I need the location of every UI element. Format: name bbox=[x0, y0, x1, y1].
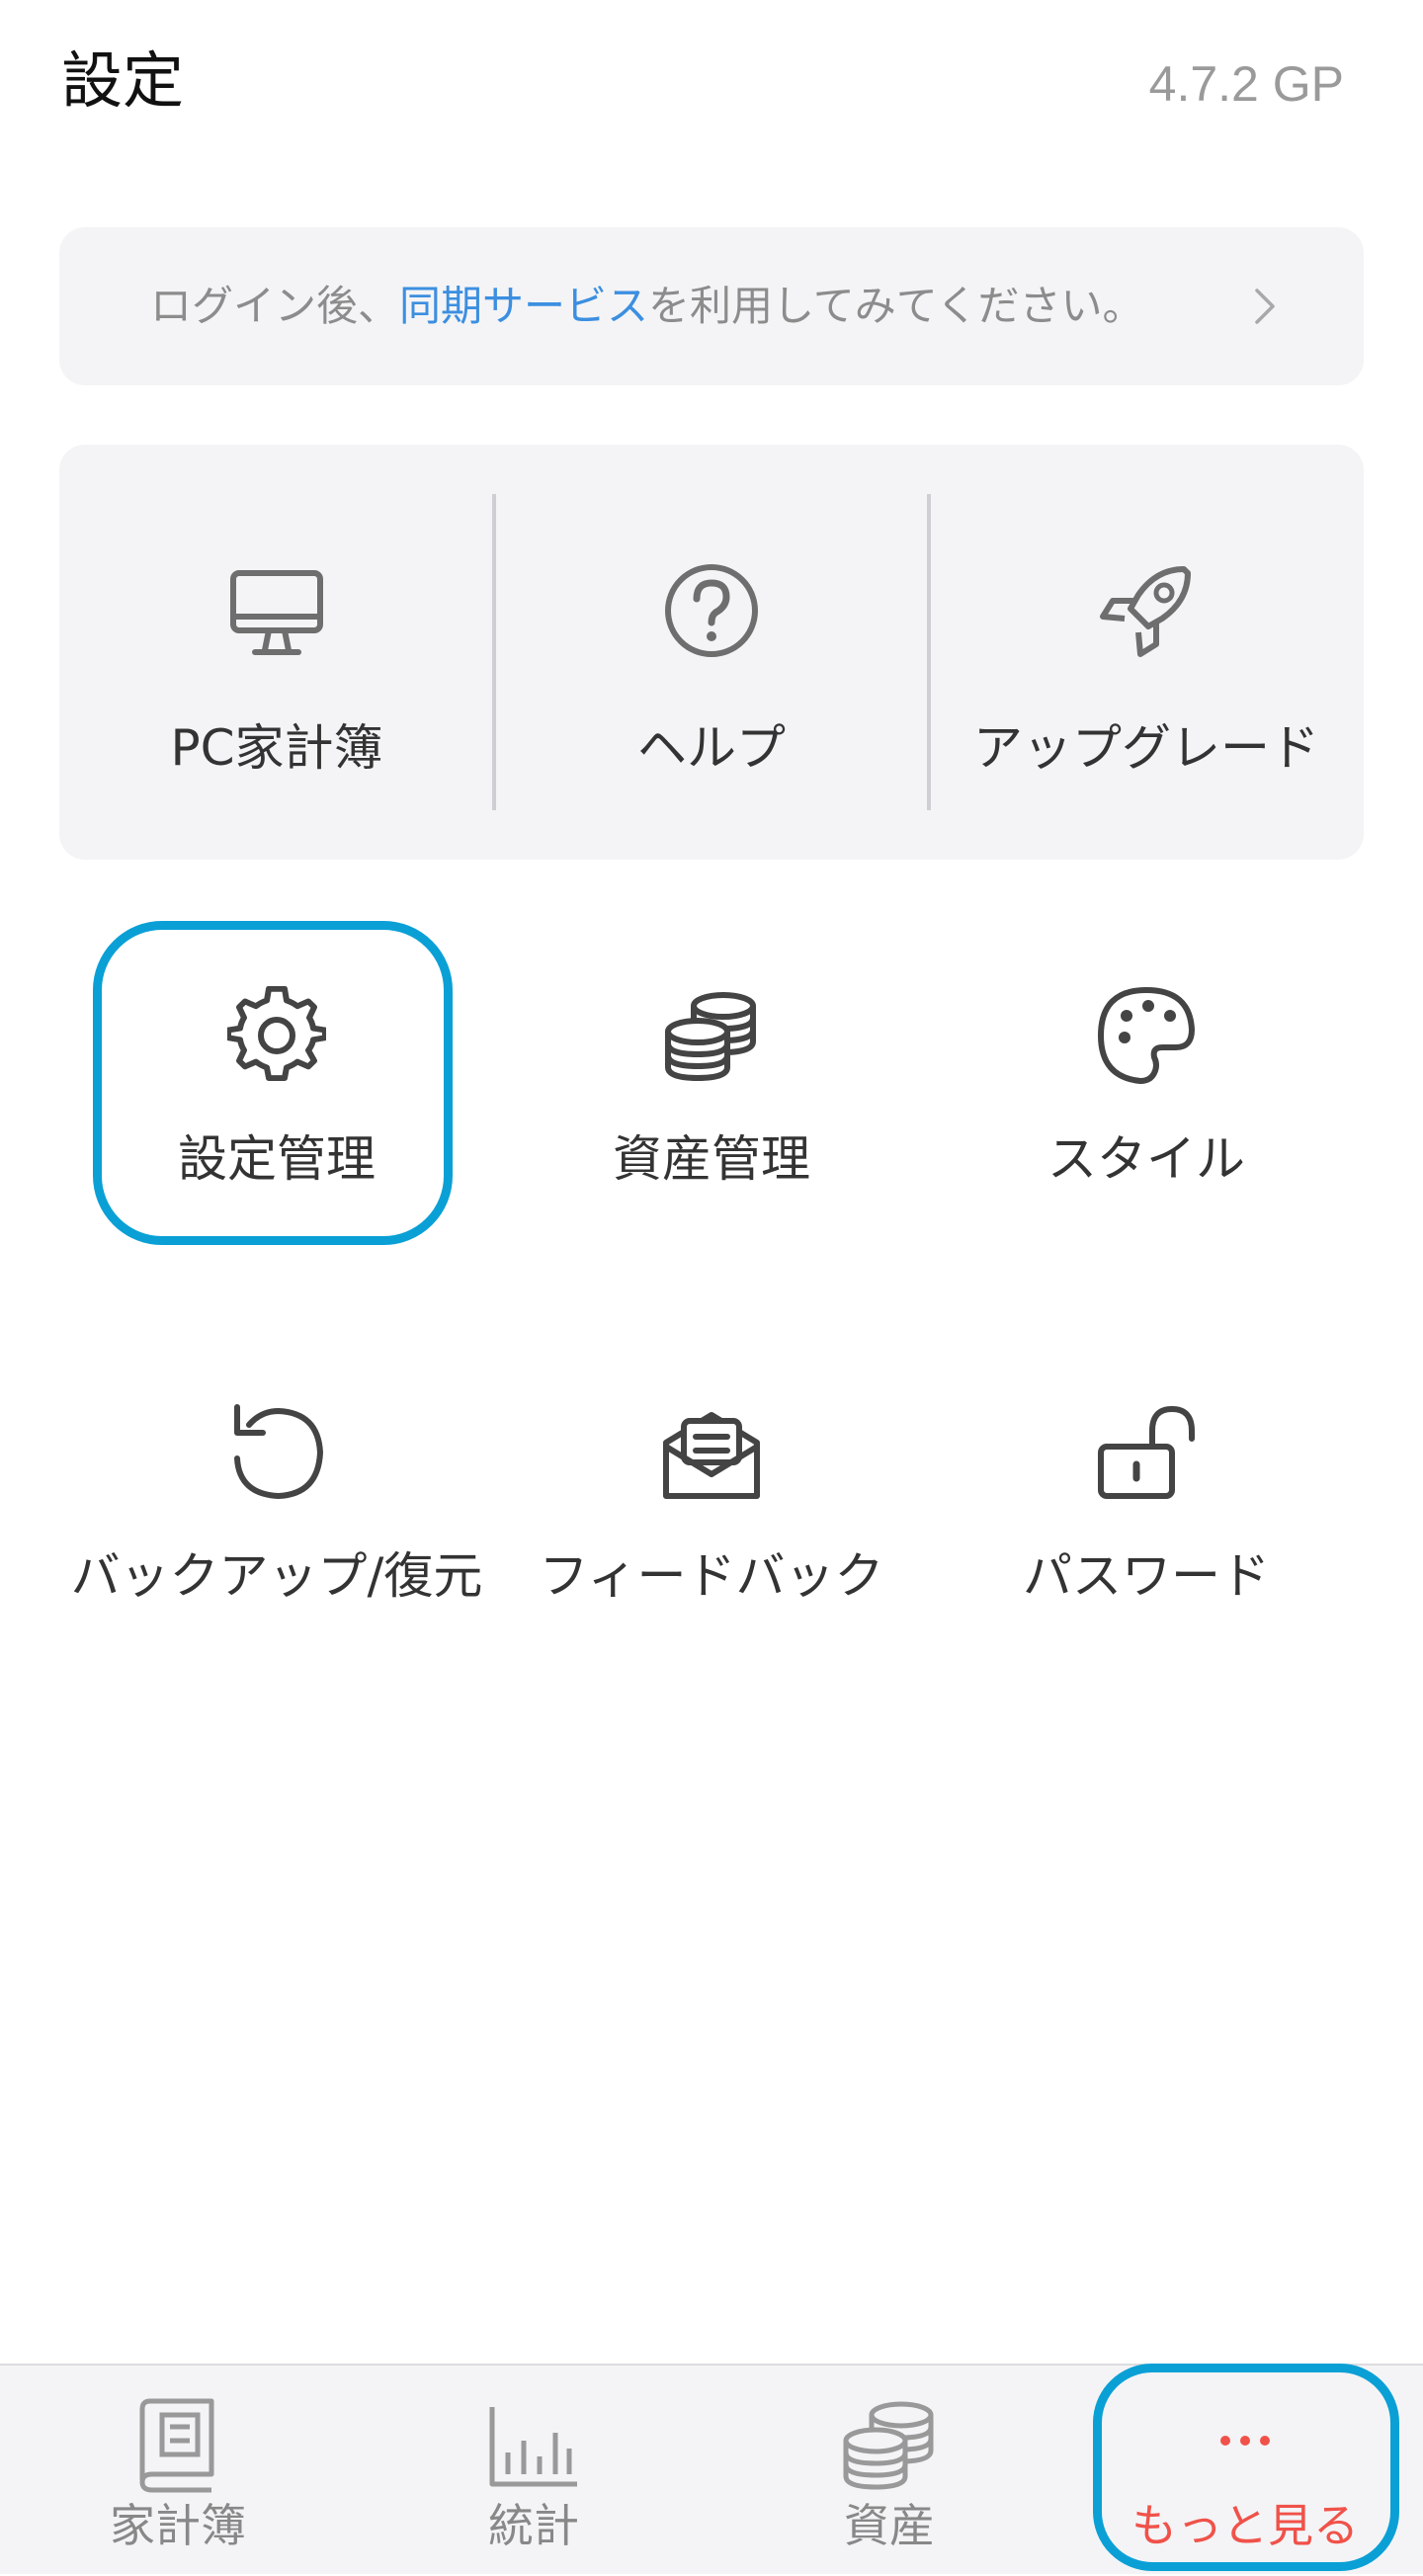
password-label: パスワード bbox=[1023, 1547, 1270, 1605]
tab-kakeibo-label: 家計簿 bbox=[110, 2499, 246, 2552]
backup-restore-label: バックアップ/復元 bbox=[70, 1547, 483, 1605]
login-banner-text: ログイン後、同期サービスを利用してみてください。 bbox=[150, 277, 1144, 336]
pc-kakeibo-label: PC家計簿 bbox=[170, 719, 383, 777]
upgrade-label: アップグレード bbox=[973, 719, 1319, 777]
tab-assets[interactable]: 資産 bbox=[712, 2366, 1067, 2576]
tab-statistics-label: 統計 bbox=[488, 2499, 579, 2552]
style-button[interactable]: スタイル bbox=[929, 986, 1364, 1283]
asset-management-button[interactable]: 資産管理 bbox=[494, 986, 929, 1283]
tab-statistics[interactable]: 統計 bbox=[356, 2366, 712, 2576]
page-title: 設定 bbox=[61, 44, 185, 117]
backup-restore-button[interactable]: バックアップ/復元 bbox=[59, 1403, 494, 1700]
sync-service-link[interactable]: 同期サービス bbox=[399, 282, 648, 330]
gear-icon bbox=[227, 986, 326, 1081]
coins-icon bbox=[665, 992, 756, 1082]
book-icon bbox=[139, 2398, 214, 2493]
tab-assets-label: 資産 bbox=[844, 2499, 935, 2552]
monitor-icon bbox=[230, 570, 323, 655]
chevron-right-icon bbox=[1255, 289, 1275, 324]
upgrade-button[interactable]: アップグレード bbox=[929, 445, 1364, 860]
feedback-label: フィードバック bbox=[539, 1547, 884, 1605]
login-banner-prefix: ログイン後、 bbox=[150, 282, 400, 330]
login-banner-suffix: を利用してみてください。 bbox=[648, 282, 1144, 330]
coins-icon bbox=[843, 2401, 934, 2490]
login-sync-banner[interactable]: ログイン後、同期サービスを利用してみてください。 bbox=[59, 227, 1364, 385]
rocket-icon bbox=[1100, 566, 1191, 657]
pc-kakeibo-button[interactable]: PC家計簿 bbox=[59, 445, 494, 860]
highlight-outline bbox=[1093, 2364, 1399, 2571]
help-circle-icon bbox=[665, 564, 758, 657]
restore-icon bbox=[234, 1404, 324, 1500]
palette-icon bbox=[1098, 987, 1195, 1084]
feedback-button[interactable]: フィードバック bbox=[494, 1403, 929, 1700]
settings-management-label: 設定管理 bbox=[178, 1130, 376, 1188]
help-label: ヘルプ bbox=[637, 719, 786, 777]
password-button[interactable]: パスワード bbox=[929, 1403, 1364, 1700]
unlock-icon bbox=[1098, 1405, 1195, 1499]
settings-management-button[interactable]: 設定管理 bbox=[59, 986, 494, 1283]
asset-management-label: 資産管理 bbox=[613, 1130, 810, 1188]
quick-actions-card: PC家計簿 ヘルプ アップグレード bbox=[59, 445, 1364, 860]
header: 設定 4.7.2 GP bbox=[0, 0, 1423, 168]
bar-chart-icon bbox=[489, 2407, 577, 2487]
help-button[interactable]: ヘルプ bbox=[494, 445, 929, 860]
open-envelope-icon bbox=[663, 1412, 760, 1499]
version-label: 4.7.2 GP bbox=[1148, 56, 1344, 112]
style-label: スタイル bbox=[1047, 1130, 1245, 1188]
tab-kakeibo[interactable]: 家計簿 bbox=[0, 2366, 356, 2576]
